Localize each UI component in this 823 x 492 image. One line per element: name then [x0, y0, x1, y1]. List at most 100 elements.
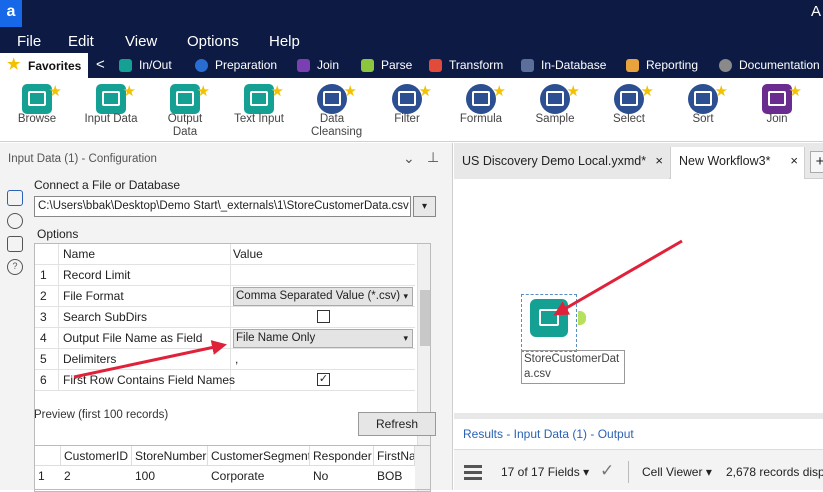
- option-row-delimiters[interactable]: 5 Delimiters ,: [35, 349, 415, 370]
- menu-edit[interactable]: Edit: [68, 33, 94, 50]
- preview-table: CustomerID StoreNumber CustomerSegment R…: [34, 445, 431, 490]
- table-cell: 2: [64, 469, 71, 483]
- connection-icon[interactable]: [7, 213, 23, 229]
- tool-filter[interactable]: ★ Filter: [390, 82, 432, 140]
- window-title: A: [810, 3, 821, 20]
- preview-header-customerid[interactable]: CustomerID: [61, 446, 132, 466]
- workflow-tab-strip: US Discovery Demo Local.yxmd* × New Workf…: [454, 143, 823, 179]
- table-cell: 1: [38, 469, 45, 483]
- output-anchor[interactable]: [578, 311, 586, 325]
- input-data-tool-node[interactable]: [530, 299, 568, 337]
- record-limit-input[interactable]: [231, 265, 415, 286]
- tool-data-cleansing[interactable]: ★ Data Cleansing: [311, 82, 362, 140]
- tag-icon[interactable]: [7, 236, 23, 252]
- dropdown-arrow-icon: ▾: [403, 291, 408, 301]
- viewer-label: Cell Viewer: [642, 465, 703, 479]
- workflow-canvas[interactable]: StoreCustomerData.csv: [454, 179, 823, 413]
- pin-icon[interactable]: ⊥: [427, 149, 439, 166]
- tool-join[interactable]: ★ Join: [760, 82, 802, 140]
- row-number: 6: [35, 370, 59, 391]
- database-icon: [521, 59, 534, 72]
- tool-label: Data Cleansing: [311, 113, 363, 138]
- option-name: First Row Contains Field Names: [63, 370, 235, 391]
- favorite-star-icon: ★: [343, 83, 357, 100]
- tool-label: Output Data: [167, 113, 203, 138]
- chevron-down-icon[interactable]: ⌄: [403, 150, 415, 167]
- menu-view[interactable]: View: [125, 33, 157, 50]
- preview-header-firstname[interactable]: FirstNam: [374, 446, 415, 466]
- option-name: File Format: [63, 286, 231, 307]
- favorite-star-icon: ★: [640, 83, 654, 100]
- preview-header-index: [35, 446, 61, 466]
- dropdown-arrow-icon: ▾: [403, 333, 408, 343]
- option-row-record-limit[interactable]: 1 Record Limit: [35, 265, 415, 286]
- delimiters-input[interactable]: ,: [231, 349, 415, 370]
- output-file-name-select[interactable]: File Name Only ▾: [233, 329, 413, 348]
- flask-icon: [466, 84, 496, 114]
- close-icon[interactable]: ×: [790, 147, 798, 175]
- category-label: Transform: [449, 58, 504, 72]
- tab-label: US Discovery Demo Local.yxmd*: [462, 154, 647, 168]
- option-row-output-file-name[interactable]: 4 Output File Name as Field File Name On…: [35, 328, 415, 349]
- menu-bar: File Edit View Options Help: [0, 27, 823, 53]
- scroll-thumb[interactable]: [420, 290, 430, 346]
- tool-input-data[interactable]: ★ Input Data: [84, 82, 137, 140]
- tab-us-discovery-demo[interactable]: US Discovery Demo Local.yxmd* ×: [454, 147, 669, 179]
- refresh-button[interactable]: Refresh: [358, 412, 436, 436]
- favorite-star-icon: ★: [714, 83, 728, 100]
- options-label: Options: [37, 227, 79, 241]
- tool-label: Sort: [692, 113, 714, 125]
- help-icon[interactable]: ?: [7, 259, 23, 275]
- menu-help[interactable]: Help: [269, 33, 300, 50]
- tool-text-input[interactable]: ★ Text Input: [234, 82, 284, 140]
- new-tab-button[interactable]: +: [810, 151, 823, 173]
- header-num-cell: [35, 244, 59, 265]
- cell-viewer-selector[interactable]: Cell Viewer ▾: [642, 465, 712, 479]
- grid-icon[interactable]: [464, 465, 482, 487]
- category-label: In-Database: [541, 58, 607, 72]
- menu-file[interactable]: File: [17, 33, 41, 50]
- option-row-first-row-field-names[interactable]: 6 First Row Contains Field Names ✓: [35, 370, 415, 391]
- category-label: Documentation: [739, 58, 820, 72]
- results-title: Results - Input Data (1) - Output: [463, 427, 634, 441]
- path-dropdown-button[interactable]: ▾: [413, 196, 436, 217]
- preview-scrollbar[interactable]: [415, 446, 430, 489]
- search-subdirs-checkbox[interactable]: [317, 310, 330, 323]
- option-row-search-subdirs[interactable]: 3 Search SubDirs: [35, 307, 415, 328]
- table-cell: 100: [135, 469, 156, 483]
- file-format-select[interactable]: Comma Separated Value (*.csv) ▾: [233, 287, 413, 306]
- first-row-field-names-checkbox[interactable]: ✓: [317, 373, 330, 386]
- back-icon[interactable]: <: [96, 56, 105, 73]
- preview-header-customersegment[interactable]: CustomerSegment: [208, 446, 310, 466]
- close-icon[interactable]: ×: [655, 147, 663, 175]
- configuration-panel: Input Data (1) - Configuration ⌄ ⊥ ? Con…: [0, 143, 453, 492]
- table-cell: BOB: [377, 469, 403, 483]
- tool-browse[interactable]: ★ Browse: [18, 82, 62, 140]
- preview-header-responder[interactable]: Responder: [310, 446, 374, 466]
- tool-select[interactable]: ★ Select: [612, 82, 654, 140]
- tool-sort[interactable]: ★ Sort: [686, 82, 728, 140]
- connect-label: Connect a File or Database: [34, 178, 181, 192]
- tool-label: Text Input: [234, 113, 284, 125]
- tool-label: Select: [613, 113, 645, 125]
- row-number: 4: [35, 328, 59, 349]
- checkmark-icon[interactable]: ✓: [600, 461, 614, 481]
- record-count: 2,678 records displ: [726, 465, 823, 479]
- gear-icon[interactable]: [7, 190, 23, 206]
- tool-output-data[interactable]: ★ Output Data: [168, 82, 210, 140]
- favorite-star-icon: ★: [566, 83, 580, 100]
- title-bar: a A: [0, 0, 823, 27]
- fields-label: 17 of 17 Fields: [501, 465, 580, 479]
- tool-category-bar: ★ Favorites < In/Out Preparation Join Pa…: [0, 53, 823, 78]
- file-path-input[interactable]: C:\Users\bbak\Desktop\Demo Start\_extern…: [34, 196, 411, 217]
- fields-selector[interactable]: 17 of 17 Fields ▾: [501, 465, 589, 479]
- option-row-file-format[interactable]: 2 File Format Comma Separated Value (*.c…: [35, 286, 415, 307]
- menu-options[interactable]: Options: [187, 33, 239, 50]
- tab-new-workflow3[interactable]: New Workflow3* ×: [670, 147, 805, 179]
- favorites-tab[interactable]: ★ Favorites: [0, 53, 88, 78]
- tool-sample[interactable]: ★ Sample: [536, 82, 581, 140]
- tool-formula[interactable]: ★ Formula: [460, 82, 506, 140]
- documentation-icon: [719, 59, 732, 72]
- preview-header-storenumber[interactable]: StoreNumber: [132, 446, 208, 466]
- favorite-star-icon: ★: [418, 83, 432, 100]
